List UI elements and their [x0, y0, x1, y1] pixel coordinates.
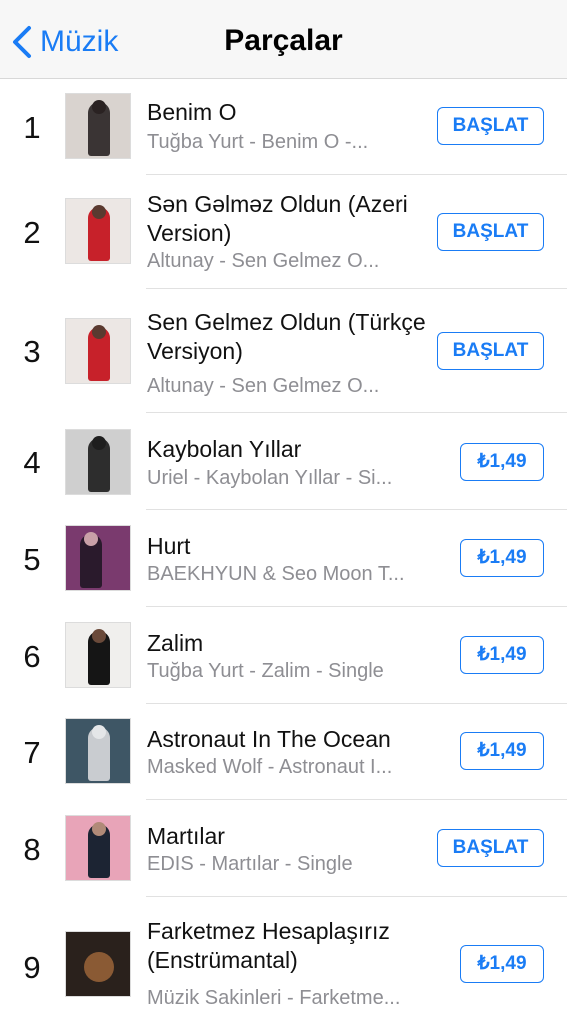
buy-button[interactable]: ₺1,49 — [460, 945, 544, 983]
album-art — [65, 198, 131, 264]
album-art — [65, 815, 131, 881]
track-subtitle: Tuğba Yurt - Benim O -... — [147, 131, 369, 153]
track-rank: 2 — [23, 215, 41, 250]
track-subtitle: Masked Wolf - Astronaut I... — [147, 756, 393, 778]
track-title: Kaybolan Yıllar — [147, 436, 302, 462]
track-row[interactable]: 7 Astronaut In The Ocean Masked Wolf - A… — [0, 704, 567, 800]
album-art — [65, 93, 131, 159]
track-subtitle: Altunay - Sen Gelmez O... — [147, 375, 380, 397]
album-art — [65, 429, 131, 495]
track-rank: 1 — [23, 110, 41, 145]
buy-button[interactable]: ₺1,49 — [460, 539, 544, 577]
page-title: Parçalar — [224, 24, 343, 57]
track-subtitle: Altunay - Sen Gelmez O... — [147, 250, 380, 272]
track-subtitle: Tuğba Yurt - Zalim - Single — [147, 660, 384, 682]
track-rank: 3 — [23, 334, 41, 369]
track-title: Astronaut In The Ocean — [147, 726, 391, 752]
track-title: Hurt — [147, 533, 191, 559]
track-row[interactable]: 1 Benim O Tuğba Yurt - Benim O -... BAŞL… — [0, 79, 567, 175]
track-row[interactable]: 8 Martılar EDIS - Martılar - Single BAŞL… — [0, 800, 567, 897]
track-row[interactable]: 6 Zalim Tuğba Yurt - Zalim - Single ₺1,4… — [0, 607, 567, 704]
track-rank: 5 — [23, 542, 41, 577]
start-button[interactable]: BAŞLAT — [437, 107, 544, 145]
track-title: Benim O — [147, 99, 237, 125]
track-rank: 4 — [23, 445, 41, 480]
track-title: Zalim — [147, 630, 204, 656]
track-subtitle: Müzik Sakinleri - Farketme... — [147, 987, 401, 1009]
start-button[interactable]: BAŞLAT — [437, 332, 544, 370]
track-row[interactable]: 3 Sen Gelmez Oldun (Türkçe Versiyon) Alt… — [0, 289, 567, 413]
track-rank: 7 — [23, 735, 41, 770]
start-button[interactable]: BAŞLAT — [437, 829, 544, 867]
track-subtitle: BAEKHYUN & Seo Moon T... — [147, 563, 405, 585]
track-title: Sən Gəlməz Oldun (Azeri Version) — [147, 191, 408, 246]
track-rank: 6 — [23, 639, 41, 674]
album-art — [65, 318, 131, 384]
buy-button[interactable]: ₺1,49 — [460, 732, 544, 770]
track-title: Martılar — [147, 823, 225, 849]
track-rank: 9 — [23, 950, 41, 985]
track-row[interactable]: 5 Hurt BAEKHYUN & Seo Moon T... ₺1,49 — [0, 510, 567, 607]
navigation-bar: Müzik Parçalar — [0, 0, 567, 79]
start-button[interactable]: BAŞLAT — [437, 213, 544, 251]
album-art — [65, 622, 131, 688]
album-art — [65, 525, 131, 591]
track-title: Sen Gelmez Oldun (Türkçe Versiyon) — [147, 309, 426, 364]
track-subtitle: EDIS - Martılar - Single — [147, 853, 353, 875]
track-row[interactable]: 4 Kaybolan Yıllar Uriel - Kaybolan Yılla… — [0, 413, 567, 510]
buy-button[interactable]: ₺1,49 — [460, 443, 544, 481]
track-title: Farketmez Hesaplaşırız (Enstrümantal) — [147, 918, 390, 973]
album-art — [65, 931, 131, 997]
track-rank: 8 — [23, 832, 41, 867]
album-art — [65, 718, 131, 784]
buy-button[interactable]: ₺1,49 — [460, 636, 544, 674]
track-subtitle: Uriel - Kaybolan Yıllar - Si... — [147, 467, 393, 489]
track-row[interactable]: 2 Sən Gəlməz Oldun (Azeri Version) Altun… — [0, 175, 567, 289]
track-row[interactable]: 9 Farketmez Hesaplaşırız (Enstrümantal) … — [0, 897, 567, 1024]
